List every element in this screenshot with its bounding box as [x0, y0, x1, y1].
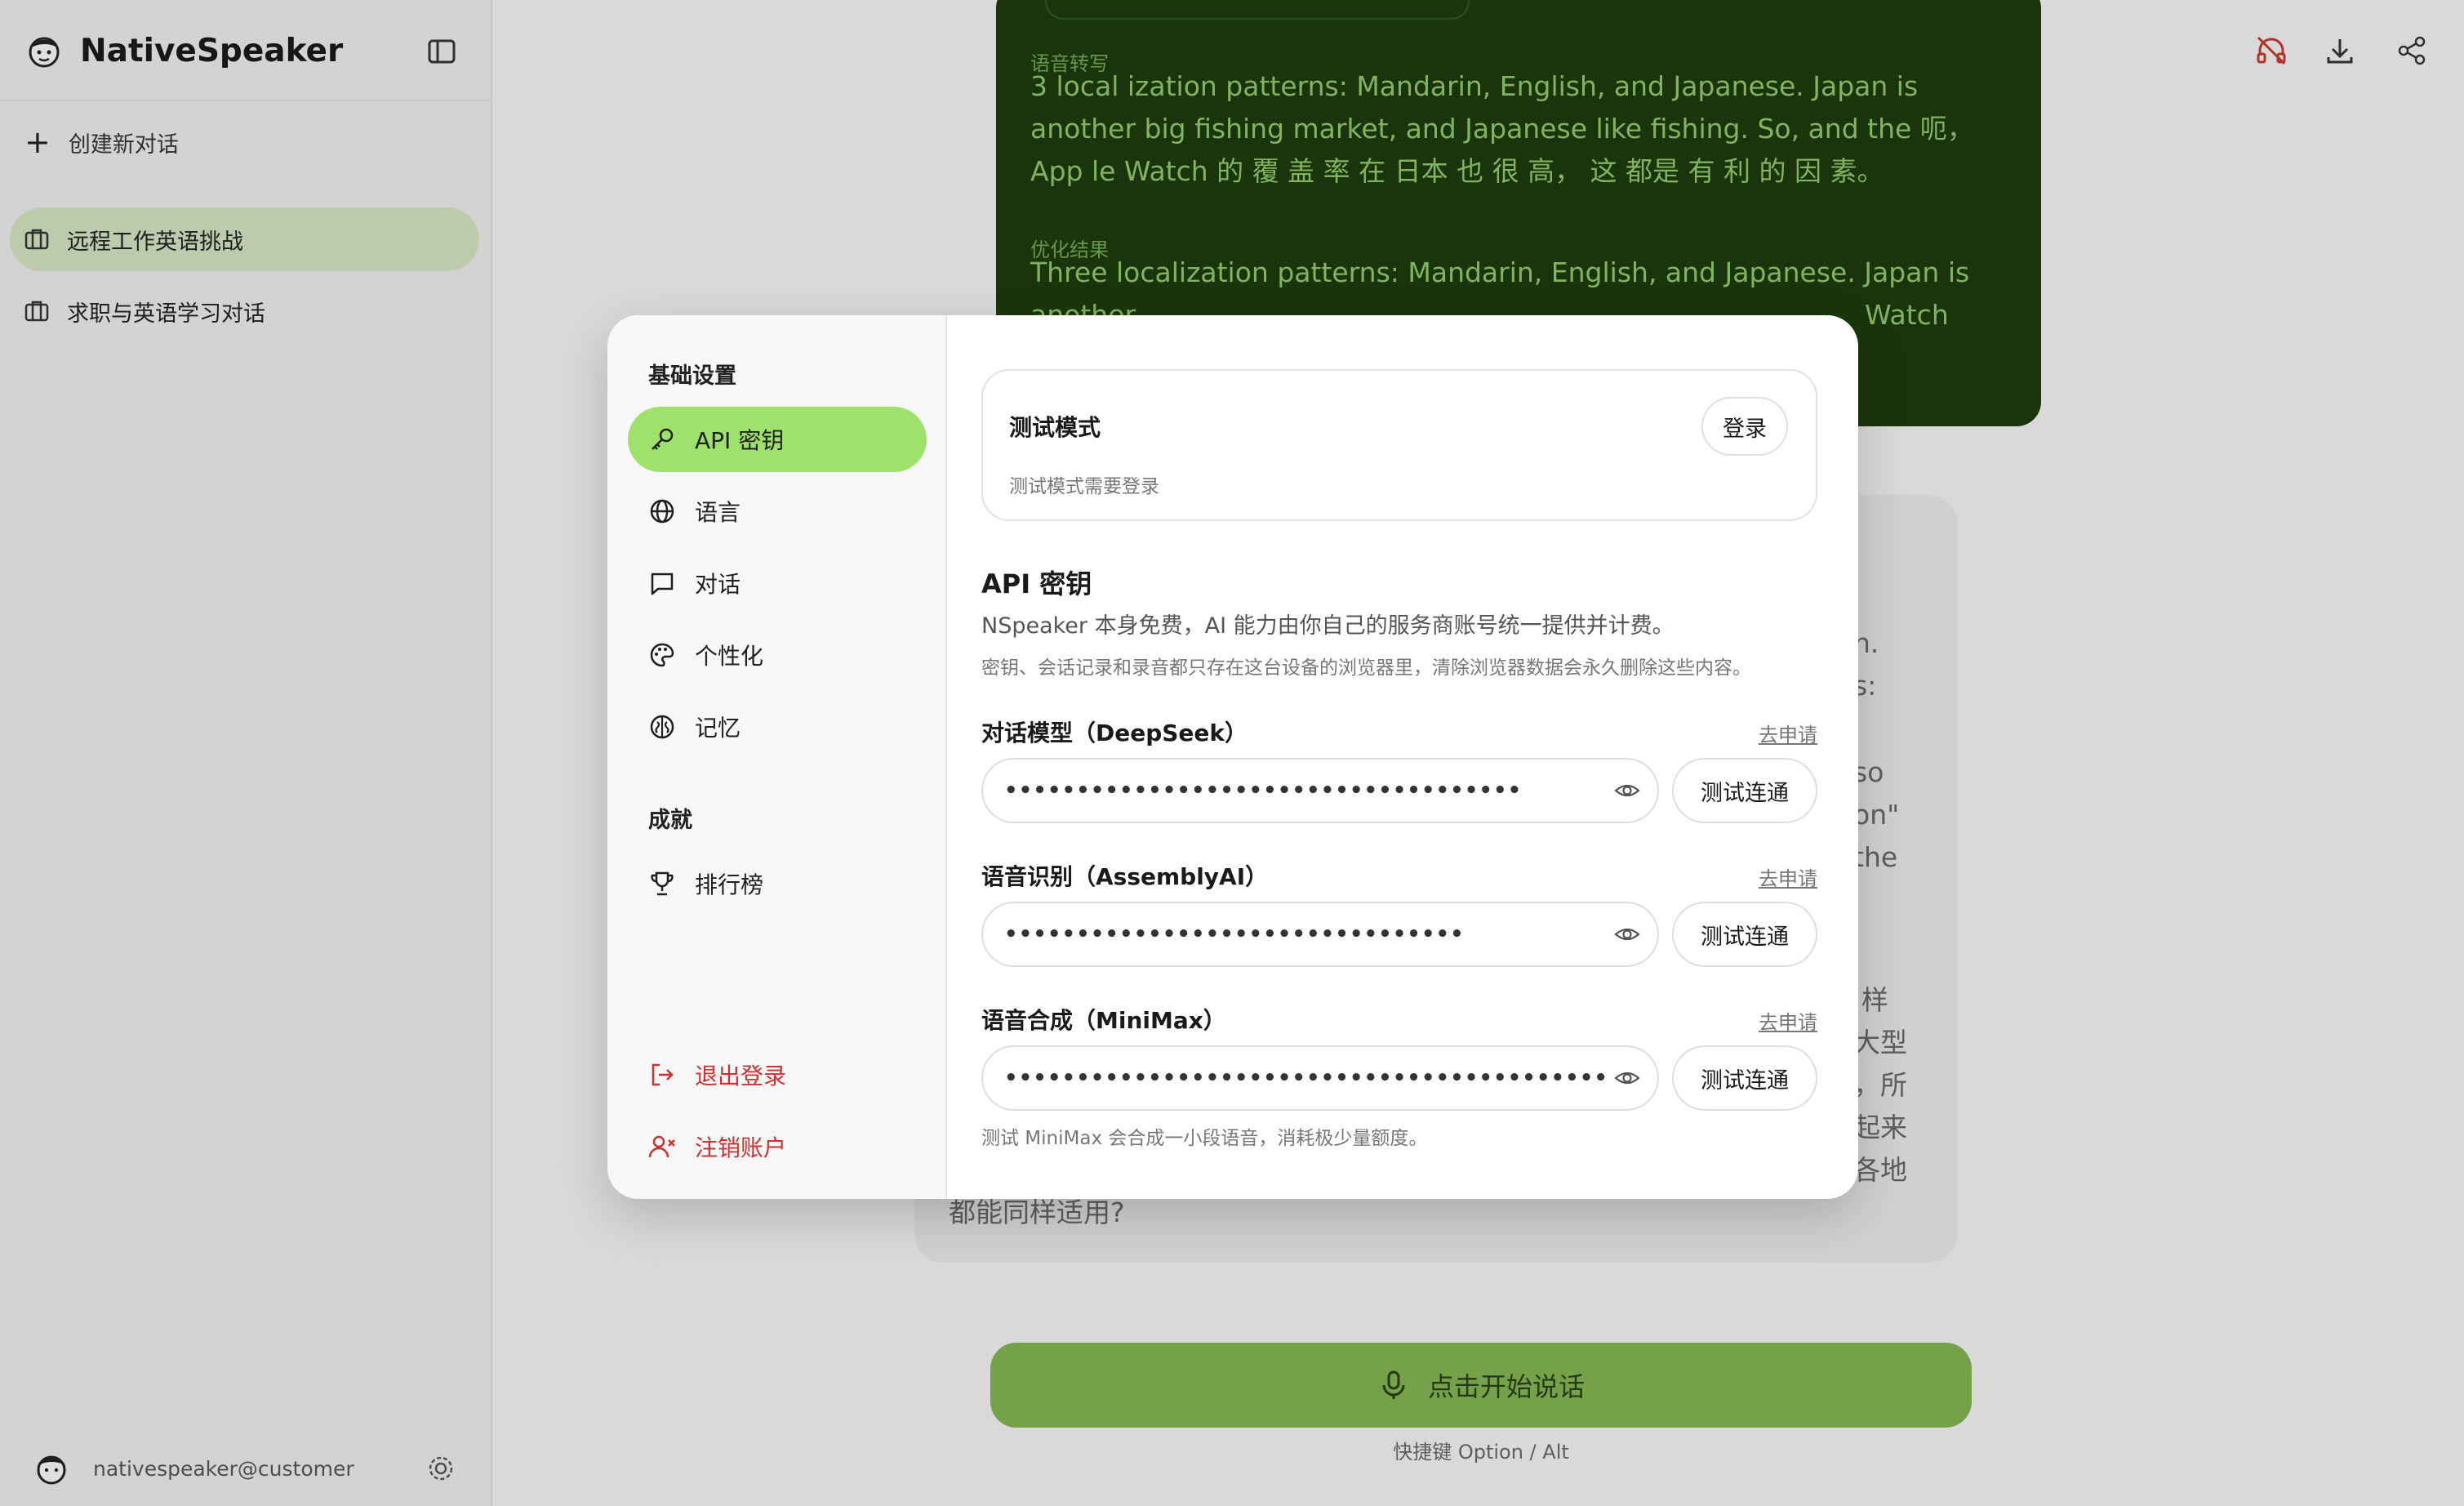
nav-item-label: 语言 [695, 499, 741, 526]
api-section-title: API 密钥 [981, 568, 1092, 599]
nav-heading-basic: 基础设置 [648, 363, 736, 389]
nav-heading-achievements: 成就 [648, 808, 692, 833]
apply-link-minimax[interactable]: 去申请 [1759, 1006, 1817, 1035]
settings-nav: 基础设置 API 密钥 语言 对话 个性化 记忆 成就 排行榜 退出登录 注销账… [607, 315, 947, 1199]
test-mode-title: 测试模式 [1009, 414, 1101, 441]
eye-icon[interactable] [1613, 1064, 1641, 1092]
logout-label: 退出登录 [695, 1063, 787, 1089]
nav-item-language[interactable]: 语言 [628, 479, 927, 544]
nav-item-label: 记忆 [695, 715, 741, 742]
api-key-input-assemblyai[interactable]: •••••••••••••••••••••••••••••••• [981, 902, 1659, 967]
api-key-input-deepseek[interactable]: •••••••••••••••••••••••••••••••••••• [981, 758, 1659, 823]
masked-key: •••••••••••••••••••••••••••••••• [1004, 922, 1465, 947]
nav-item-leaderboard[interactable]: 排行榜 [628, 851, 927, 916]
apply-link-assemblyai[interactable]: 去申请 [1759, 862, 1817, 891]
api-section-description: NSpeaker 本身免费，AI 能力由你自己的服务商账号统一提供并计费。 [981, 613, 1675, 639]
test-connection-button-minimax[interactable]: 测试连通 [1672, 1045, 1817, 1111]
trophy-icon [651, 871, 674, 896]
app-root: NativeSpeaker + 创建新对话 远程工作英语挑战 求职与英语学习对话… [0, 0, 2464, 1506]
test-mode-card: 测试模式 测试模式需要登录 登录 [981, 369, 1817, 521]
message-icon [651, 573, 674, 595]
field-label-deepseek: 对话模型（DeepSeek） [981, 720, 1248, 746]
globe-icon [650, 499, 674, 524]
nav-item-conversation[interactable]: 对话 [628, 550, 927, 616]
settings-content: 测试模式 测试模式需要登录 登录 API 密钥 NSpeaker 本身免费，AI… [947, 315, 1858, 1199]
logout-button[interactable]: 退出登录 [628, 1042, 927, 1107]
logout-icon [652, 1063, 674, 1086]
minimax-note: 测试 MiniMax 会合成一小段语音，消耗极少量额度。 [981, 1128, 1428, 1149]
masked-key: ••••••••••••••••••••••••••••••••••••••••… [1004, 1066, 1605, 1090]
apply-link-deepseek[interactable]: 去申请 [1759, 719, 1817, 747]
brain-icon [650, 715, 674, 739]
field-label-assemblyai: 语音识别（AssemblyAI） [981, 863, 1269, 890]
nav-item-api-key[interactable]: API 密钥 [628, 407, 927, 472]
login-button[interactable]: 登录 [1701, 397, 1788, 456]
user-remove-icon [648, 1135, 675, 1158]
test-connection-button-deepseek[interactable]: 测试连通 [1672, 758, 1817, 823]
delete-account-label: 注销账户 [695, 1134, 787, 1161]
api-key-input-minimax[interactable]: ••••••••••••••••••••••••••••••••••••••••… [981, 1045, 1659, 1111]
eye-icon[interactable] [1613, 777, 1641, 804]
api-section-note: 密钥、会话记录和录音都只存在这台设备的浏览器里，清除浏览器数据会永久删除这些内容… [981, 657, 1751, 679]
nav-item-label: 排行榜 [695, 871, 764, 898]
masked-key: •••••••••••••••••••••••••••••••••••• [1004, 778, 1523, 803]
test-mode-description: 测试模式需要登录 [1009, 476, 1159, 497]
nav-item-memory[interactable]: 记忆 [628, 694, 927, 760]
nav-item-label: API 密钥 [695, 427, 785, 454]
nav-item-label: 个性化 [695, 643, 764, 670]
settings-modal: 基础设置 API 密钥 语言 对话 个性化 记忆 成就 排行榜 退出登录 注销账… [607, 315, 1858, 1199]
field-label-minimax: 语音合成（MiniMax） [981, 1007, 1226, 1034]
delete-account-button[interactable]: 注销账户 [628, 1114, 927, 1179]
nav-item-label: 对话 [695, 571, 741, 598]
eye-icon[interactable] [1613, 920, 1641, 948]
test-connection-button-assemblyai[interactable]: 测试连通 [1672, 902, 1817, 967]
key-icon [652, 428, 674, 450]
nav-item-personalization[interactable]: 个性化 [628, 622, 927, 688]
palette-icon [650, 643, 674, 667]
